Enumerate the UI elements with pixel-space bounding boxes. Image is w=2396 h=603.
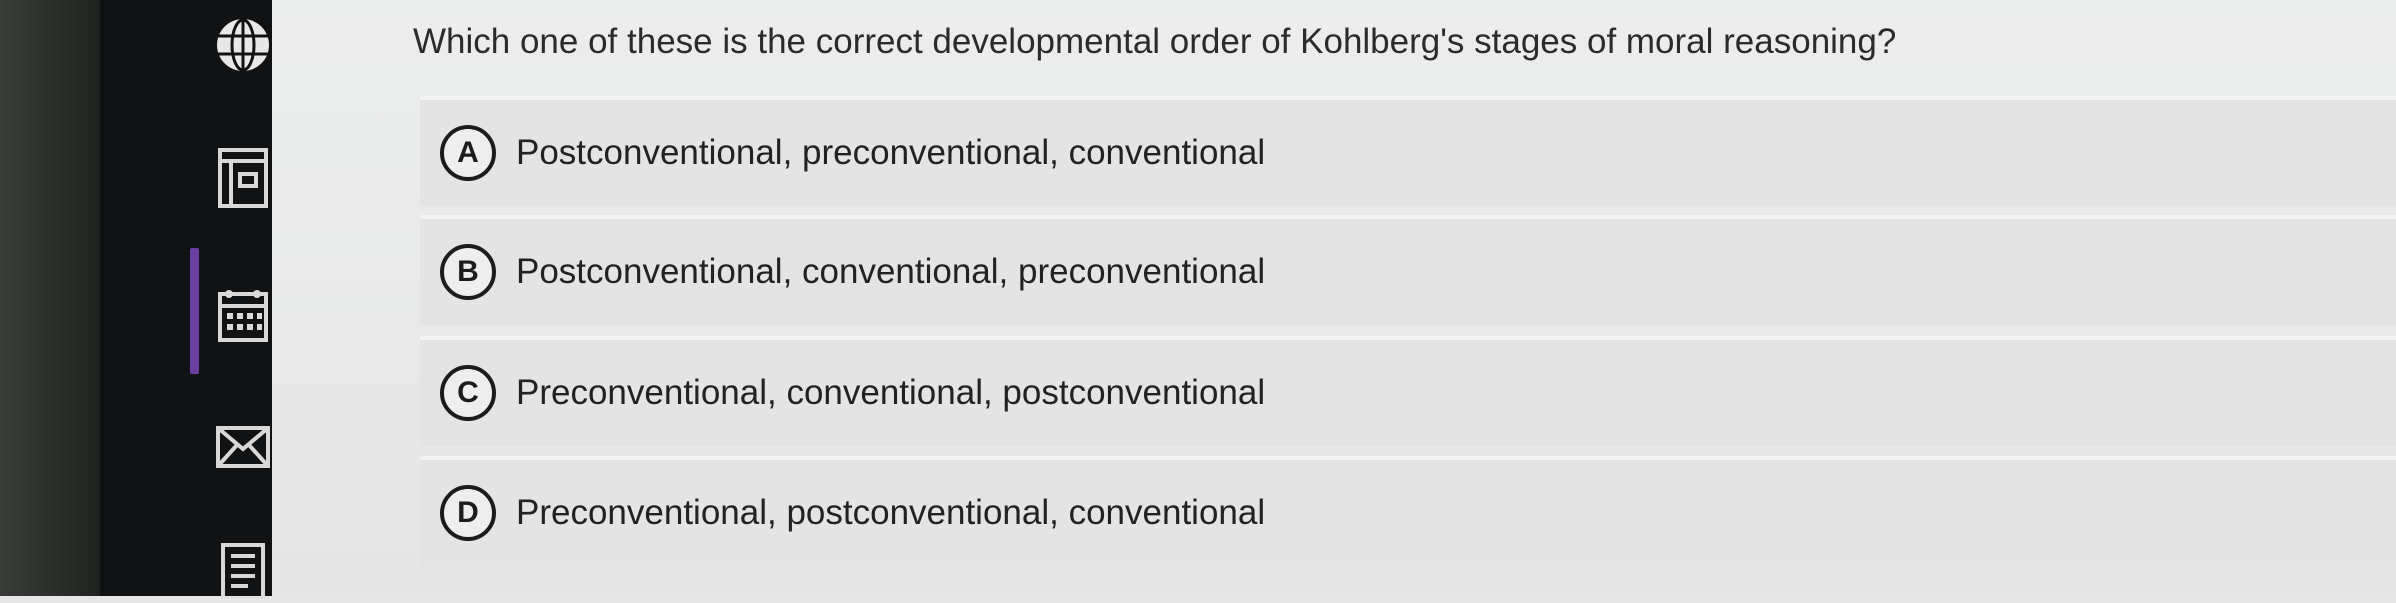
option-b-text: Postconventional, conventional, preconve… xyxy=(516,252,1266,291)
question-text: Which one of these is the correct develo… xyxy=(413,22,1897,61)
document-icon[interactable] xyxy=(210,537,276,603)
option-a[interactable]: A Postconventional, preconventional, con… xyxy=(420,96,2396,206)
option-b-letter: B xyxy=(440,244,496,300)
option-d-text: Preconventional, postconventional, conve… xyxy=(516,493,1266,532)
option-c-text: Preconventional, conventional, postconve… xyxy=(516,373,1266,412)
option-c[interactable]: C Preconventional, conventional, postcon… xyxy=(420,336,2396,446)
option-d[interactable]: D Preconventional, postconventional, con… xyxy=(420,456,2396,566)
option-a-text: Postconventional, preconventional, conve… xyxy=(516,133,1266,172)
option-a-letter: A xyxy=(440,125,496,181)
calendar-icon[interactable] xyxy=(210,282,276,348)
sidebar-active-indicator xyxy=(190,248,199,374)
screen-bezel xyxy=(0,0,100,596)
option-c-letter: C xyxy=(440,365,496,421)
option-b[interactable]: B Postconventional, conventional, precon… xyxy=(420,215,2396,325)
book-icon[interactable] xyxy=(210,145,276,211)
option-d-letter: D xyxy=(440,485,496,541)
globe-icon[interactable] xyxy=(210,12,276,78)
mail-icon[interactable] xyxy=(210,414,276,480)
